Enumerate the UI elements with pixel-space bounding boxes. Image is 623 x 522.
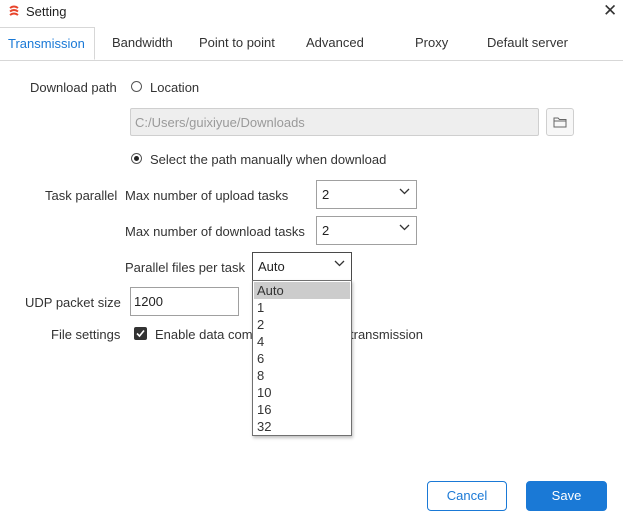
save-button[interactable]: Save: [526, 481, 607, 511]
tab-advanced[interactable]: Advanced: [306, 35, 364, 50]
download-path-label: Download path: [30, 80, 117, 95]
download-tasks-select[interactable]: 2: [316, 216, 417, 245]
download-tasks-label: Max number of download tasks: [125, 224, 305, 239]
chevron-down-icon: [399, 188, 410, 195]
chevron-down-icon: [399, 224, 410, 231]
checkmark-icon: [136, 329, 145, 338]
manual-path-radio[interactable]: [131, 153, 142, 164]
upload-tasks-value: 2: [322, 187, 330, 202]
data-compression-checkbox[interactable]: [134, 327, 147, 340]
download-path-input[interactable]: C:/Users/guixiyue/Downloads: [130, 108, 539, 136]
window-title: Setting: [26, 4, 67, 19]
tab-point-to-point[interactable]: Point to point: [199, 35, 275, 50]
parallel-files-dropdown: Auto 1 2 4 6 8 10 16 32: [252, 280, 352, 436]
folder-icon: [553, 117, 567, 128]
dropdown-option[interactable]: 6: [254, 350, 350, 367]
title-bar: Setting ✕: [0, 0, 623, 24]
location-radio[interactable]: [131, 81, 142, 92]
data-compression-label-end[interactable]: transmission: [350, 327, 423, 342]
chevron-down-icon: [334, 260, 345, 267]
download-tasks-value: 2: [322, 223, 330, 238]
dropdown-option[interactable]: 2: [254, 316, 350, 333]
close-icon[interactable]: ✕: [603, 1, 617, 21]
cancel-button[interactable]: Cancel: [427, 481, 507, 511]
parallel-files-select[interactable]: Auto: [252, 252, 352, 281]
udp-packet-size-label: UDP packet size: [25, 295, 121, 310]
udp-packet-size-input[interactable]: 1200: [130, 287, 239, 316]
upload-tasks-label: Max number of upload tasks: [125, 188, 289, 203]
dropdown-option[interactable]: 4: [254, 333, 350, 350]
browse-folder-button[interactable]: [546, 108, 574, 136]
location-radio-label[interactable]: Location: [150, 80, 199, 95]
data-compression-label-start[interactable]: Enable data com: [155, 327, 253, 342]
file-settings-label: File settings: [51, 327, 121, 342]
dropdown-option[interactable]: 8: [254, 367, 350, 384]
parallel-files-label: Parallel files per task: [125, 260, 245, 275]
tab-label: Transmission: [8, 36, 85, 51]
dropdown-option[interactable]: 16: [254, 401, 350, 418]
tab-default-server[interactable]: Default server: [487, 35, 568, 50]
dropdown-option[interactable]: 32: [254, 418, 350, 435]
parallel-files-value: Auto: [258, 259, 285, 274]
app-logo-icon: [9, 5, 19, 16]
manual-path-radio-label[interactable]: Select the path manually when download: [150, 152, 386, 167]
tab-proxy[interactable]: Proxy: [415, 35, 448, 50]
task-parallel-label: Task parallel: [45, 188, 118, 203]
dropdown-option[interactable]: 10: [254, 384, 350, 401]
dropdown-option[interactable]: Auto: [254, 282, 350, 299]
tab-bandwidth[interactable]: Bandwidth: [112, 35, 173, 50]
upload-tasks-select[interactable]: 2: [316, 180, 417, 209]
dropdown-option[interactable]: 1: [254, 299, 350, 316]
tab-transmission[interactable]: Transmission: [0, 27, 95, 60]
tab-strip: Transmission Bandwidth Point to point Ad…: [0, 27, 623, 61]
